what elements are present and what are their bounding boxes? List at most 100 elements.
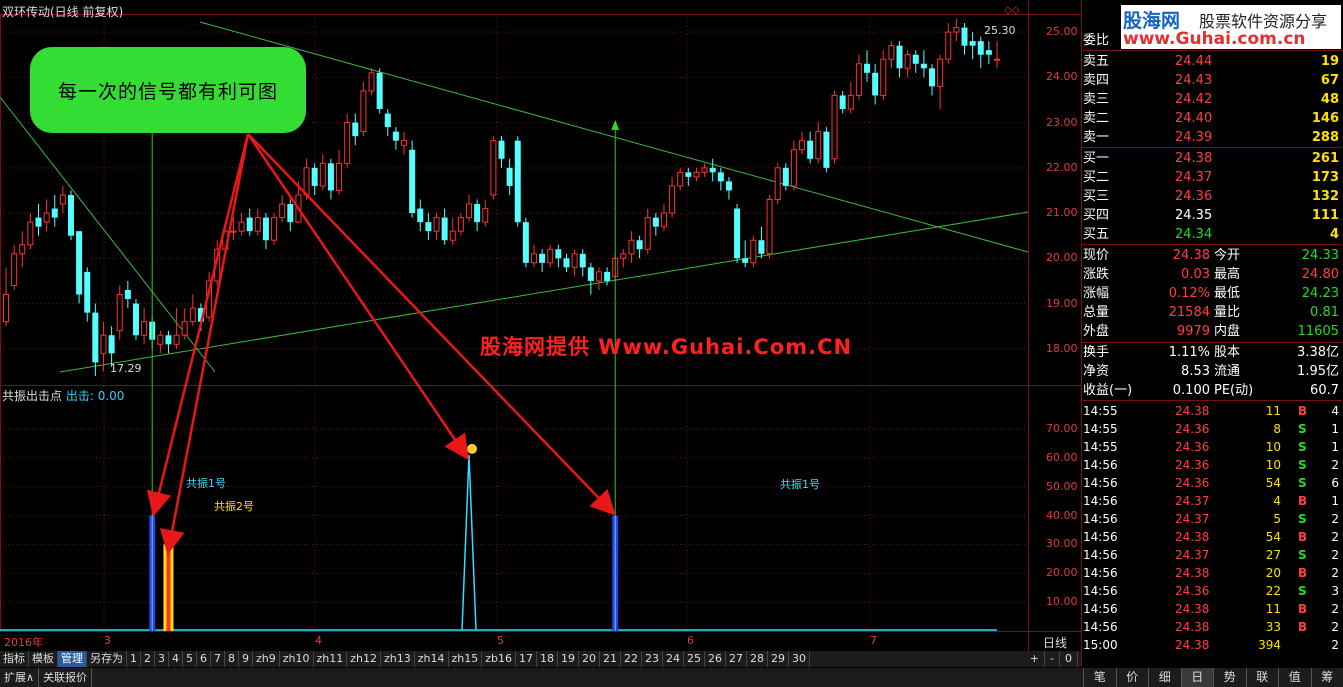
indicator-tab-zh13[interactable]: zh13 bbox=[381, 651, 415, 667]
indicator-tab-18[interactable]: 18 bbox=[537, 651, 559, 667]
quote-label: 买三 bbox=[1083, 189, 1110, 204]
indicator-tab-27[interactable]: 27 bbox=[726, 651, 748, 667]
indicator-tab-zh11[interactable]: zh11 bbox=[314, 651, 348, 667]
candle-body bbox=[961, 27, 968, 46]
candle-body bbox=[766, 199, 773, 255]
panel-tab-细[interactable]: 细 bbox=[1148, 668, 1181, 687]
expand-button[interactable]: 扩展∧ bbox=[0, 668, 40, 687]
candle-body bbox=[100, 334, 107, 354]
panel-tab-价[interactable]: 价 bbox=[1115, 668, 1148, 687]
candle-body bbox=[920, 63, 927, 69]
indicator-tab-zb16[interactable]: zb16 bbox=[482, 651, 517, 667]
indicator-tab-28[interactable]: 28 bbox=[747, 651, 769, 667]
candle-body bbox=[466, 203, 473, 219]
indicator-tab-17[interactable]: 17 bbox=[516, 651, 538, 667]
candle-body bbox=[677, 171, 684, 187]
indicator-tab-5[interactable]: 5 bbox=[183, 651, 197, 667]
indicator-tab-7[interactable]: 7 bbox=[211, 651, 225, 667]
tick-count: 6 bbox=[1331, 476, 1339, 490]
indicator-tab-zh12[interactable]: zh12 bbox=[347, 651, 381, 667]
tick-time: 14:56 bbox=[1083, 602, 1118, 616]
tick-row: 14:55 24.38 11 B 4 bbox=[1083, 402, 1341, 420]
indicator-tab-zh9[interactable]: zh9 bbox=[253, 651, 280, 667]
indicator-tab-zh15[interactable]: zh15 bbox=[449, 651, 483, 667]
tick-price: 24.37 bbox=[1175, 494, 1210, 508]
related-quotes-button[interactable]: 关联报价 bbox=[39, 668, 93, 687]
indicator-tab-19[interactable]: 19 bbox=[558, 651, 580, 667]
candle-body bbox=[953, 27, 960, 33]
candle-body bbox=[124, 289, 131, 300]
indicator-tab-26[interactable]: 26 bbox=[705, 651, 727, 667]
indicator-tab-4[interactable]: 4 bbox=[169, 651, 183, 667]
indicator-tab-另存为[interactable]: 另存为 bbox=[87, 651, 127, 667]
buy-row: 买二 24.37 173 bbox=[1083, 168, 1341, 187]
indicator-tab-30[interactable]: 30 bbox=[789, 651, 811, 667]
candle-body bbox=[685, 172, 692, 177]
tick-volume: 22 bbox=[1265, 584, 1281, 598]
candle-body bbox=[35, 217, 42, 227]
indicator-tab-23[interactable]: 23 bbox=[642, 651, 664, 667]
panel-tab-值[interactable]: 值 bbox=[1278, 668, 1311, 687]
candle-body bbox=[904, 54, 911, 69]
panel-tab-笔[interactable]: 笔 bbox=[1083, 668, 1116, 687]
tick-count: 2 bbox=[1331, 530, 1339, 544]
indicator-tab-zh10[interactable]: zh10 bbox=[280, 651, 314, 667]
zoom-control-button[interactable]: - bbox=[1045, 651, 1060, 667]
indicator-tab-1[interactable]: 1 bbox=[127, 651, 141, 667]
indicator-tab-9[interactable]: 9 bbox=[239, 651, 253, 667]
stat-row: 现价 24.38 今开 24.33 bbox=[1083, 246, 1341, 265]
indicator-tab-3[interactable]: 3 bbox=[155, 651, 169, 667]
indicator-tab-8[interactable]: 8 bbox=[225, 651, 239, 667]
quote-volume: 67 bbox=[1320, 73, 1339, 88]
candle-body bbox=[84, 271, 91, 313]
indicator-output-label: 出击: bbox=[65, 389, 94, 403]
period-label[interactable]: 日线 bbox=[1043, 634, 1067, 651]
stat-label: 流通 bbox=[1214, 364, 1241, 379]
candle-body bbox=[189, 307, 196, 323]
candle-body bbox=[912, 54, 919, 64]
stat-value: 24.23 bbox=[1301, 286, 1339, 301]
indicator-tab-25[interactable]: 25 bbox=[684, 651, 706, 667]
buy-row: 买四 24.35 111 bbox=[1083, 206, 1341, 225]
indicator-tab-管理[interactable]: 管理 bbox=[58, 651, 87, 667]
tick-time: 14:56 bbox=[1083, 458, 1118, 472]
stat-row: 外盘 9979 内盘 11605 bbox=[1083, 322, 1341, 341]
candle-body bbox=[839, 95, 846, 110]
tick-count: 1 bbox=[1331, 440, 1339, 454]
chart-settings-icon[interactable]: ◇◇ bbox=[1004, 5, 1019, 16]
indicator-tab-29[interactable]: 29 bbox=[768, 651, 790, 667]
indicator-tab-21[interactable]: 21 bbox=[600, 651, 622, 667]
candle-body bbox=[311, 167, 318, 186]
tick-side: S bbox=[1298, 584, 1307, 598]
panel-tab-筹[interactable]: 筹 bbox=[1310, 668, 1343, 687]
tick-row: 14:56 24.36 54 S 6 bbox=[1083, 474, 1341, 492]
tick-side: B bbox=[1298, 530, 1308, 544]
signal-label-2: 共振2号 bbox=[214, 500, 254, 513]
indicator-tab-22[interactable]: 22 bbox=[621, 651, 643, 667]
candle-body bbox=[587, 267, 594, 281]
price-axis-label: 20.00 bbox=[1046, 251, 1078, 265]
stat-label: 涨跌 bbox=[1083, 267, 1110, 282]
indicator-tab-6[interactable]: 6 bbox=[197, 651, 211, 667]
panel-tab-日[interactable]: 日 bbox=[1180, 668, 1213, 687]
zoom-control-button[interactable]: + bbox=[1025, 651, 1046, 667]
date-axis-label: 2016年 bbox=[4, 636, 43, 649]
candle-body bbox=[441, 217, 448, 241]
indicator-tab-模板[interactable]: 模板 bbox=[29, 651, 58, 667]
indicator-tab-24[interactable]: 24 bbox=[663, 651, 685, 667]
tick-side: B bbox=[1298, 494, 1308, 508]
indicator-tab-zh14[interactable]: zh14 bbox=[415, 651, 449, 667]
price-axis-label: 21.00 bbox=[1046, 206, 1078, 220]
panel-divider bbox=[1082, 244, 1342, 245]
candle-body bbox=[352, 122, 359, 137]
stat-value: 3.38亿 bbox=[1297, 345, 1339, 360]
panel-tab-联[interactable]: 联 bbox=[1245, 668, 1278, 687]
indicator-tab-20[interactable]: 20 bbox=[579, 651, 601, 667]
candle-body bbox=[945, 31, 952, 60]
zoom-control-button[interactable]: 0 bbox=[1060, 651, 1078, 667]
panel-tab-势[interactable]: 势 bbox=[1213, 668, 1246, 687]
signal-bar-2-core bbox=[166, 544, 171, 631]
indicator-tab-指标[interactable]: 指标 bbox=[0, 651, 29, 667]
indicator-axis-label: 30.00 bbox=[1046, 537, 1078, 551]
indicator-tab-2[interactable]: 2 bbox=[141, 651, 155, 667]
